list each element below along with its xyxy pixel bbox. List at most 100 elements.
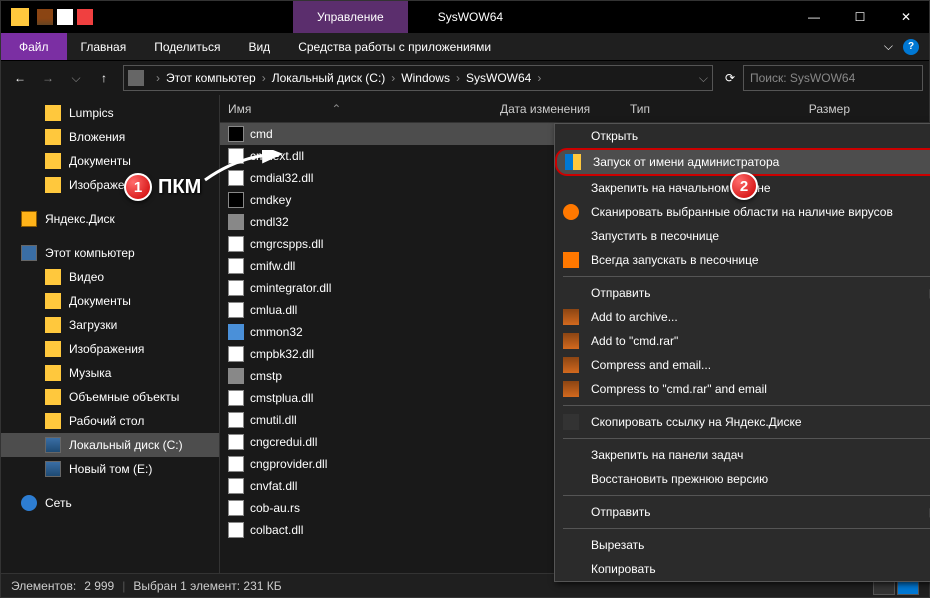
file-icon <box>228 346 244 362</box>
ribbon-tab[interactable]: Вид <box>234 33 284 60</box>
maximize-button[interactable]: ☐ <box>837 1 883 33</box>
file-name-label: cmutil.dll <box>250 413 297 427</box>
close-button[interactable]: ✕ <box>883 1 929 33</box>
context-menu-item[interactable]: Закрепить на панели задач <box>555 443 930 467</box>
context-menu-item[interactable]: Отправить▶ <box>555 500 930 524</box>
sidebar-item[interactable]: Документы <box>1 149 219 173</box>
folder-icon <box>45 389 61 405</box>
folder-icon <box>45 293 61 309</box>
file-name-label: cob-au.rs <box>250 501 300 515</box>
sidebar-item[interactable]: Яндекс.Диск <box>1 207 219 231</box>
breadcrumb-segment[interactable]: SysWOW64 <box>466 71 531 85</box>
status-items-count: 2 999 <box>84 579 114 593</box>
menu-item-label: Add to "cmd.rar" <box>591 334 678 348</box>
annotation-arrow <box>200 150 290 190</box>
context-menu-item[interactable]: Скопировать ссылку на Яндекс.Диске <box>555 410 930 434</box>
file-icon <box>228 434 244 450</box>
column-headers: Имя⌃ Дата изменения Тип Размер <box>220 95 929 123</box>
menu-item-label: Всегда запускать в песочнице <box>591 253 759 267</box>
callout-2: 2 <box>730 172 758 200</box>
context-menu-item[interactable]: Compress to "cmd.rar" and email <box>555 377 930 401</box>
file-name-label: cmlua.dll <box>250 303 297 317</box>
sidebar-item[interactable]: Объемные объекты <box>1 385 219 409</box>
context-menu-item[interactable]: Всегда запускать в песочнице <box>555 248 930 272</box>
ribbon-tab[interactable]: Поделиться <box>140 33 234 60</box>
sidebar-item[interactable]: Изображения <box>1 337 219 361</box>
file-icon <box>228 324 244 340</box>
folder-icon <box>45 153 61 169</box>
sidebar-item[interactable]: Локальный диск (C:) <box>1 433 219 457</box>
sidebar-item[interactable]: Сеть <box>1 491 219 515</box>
recent-button[interactable]: ⌵ <box>63 65 89 91</box>
sidebar-item-label: Документы <box>69 294 131 308</box>
file-name-label: cngprovider.dll <box>250 457 327 471</box>
menu-item-label: Копировать <box>591 562 656 576</box>
file-icon <box>228 500 244 516</box>
menu-separator <box>563 276 930 277</box>
context-menu-item[interactable]: Add to archive... <box>555 305 930 329</box>
sidebar-item[interactable]: Вложения <box>1 125 219 149</box>
context-menu-item[interactable]: Compress and email... <box>555 353 930 377</box>
breadcrumb-segment[interactable]: Windows <box>401 71 450 85</box>
menu-item-label: Add to archive... <box>591 310 678 324</box>
context-menu-item[interactable]: Сканировать выбранные области на наличие… <box>555 200 930 224</box>
navbar: ← → ⌵ ↑ › Этот компьютер › Локальный диск … <box>1 61 929 95</box>
sidebar-item-label: Изображения <box>69 342 144 356</box>
contextual-tab[interactable]: Управление <box>293 1 408 33</box>
context-menu-item[interactable]: Вырезать <box>555 533 930 557</box>
menu-separator <box>563 405 930 406</box>
ribbon-tab[interactable]: Главная <box>67 33 141 60</box>
forward-button[interactable]: → <box>35 65 61 91</box>
file-name-label: cmstplua.dll <box>250 391 313 405</box>
breadcrumb-sep-icon: › <box>391 71 395 85</box>
help-icon[interactable]: ? <box>903 39 919 55</box>
sidebar-item[interactable]: Новый том (E:) <box>1 457 219 481</box>
file-name-label: cmdkey <box>250 193 291 207</box>
search-input[interactable]: Поиск: SysWOW64 <box>743 65 923 91</box>
sidebar-item[interactable]: Документы <box>1 289 219 313</box>
sidebar-item-label: Сеть <box>45 496 72 510</box>
folder-icon <box>21 495 37 511</box>
file-pane: Имя⌃ Дата изменения Тип Размер cmd231 КБ… <box>219 95 929 573</box>
folder-icon <box>45 269 61 285</box>
back-button[interactable]: ← <box>7 65 33 91</box>
qat-icon[interactable] <box>77 9 93 25</box>
context-menu-item[interactable]: Запустить в песочнице <box>555 224 930 248</box>
sidebar-item[interactable]: Этот компьютер <box>1 241 219 265</box>
ribbon-tab[interactable]: Средства работы с приложениями <box>284 33 505 60</box>
up-button[interactable]: ↑ <box>91 65 117 91</box>
menu-separator <box>563 528 930 529</box>
context-menu-item[interactable]: Восстановить прежнюю версию <box>555 467 930 491</box>
file-name-label: colbact.dll <box>250 523 303 537</box>
context-menu-item[interactable]: Открыть <box>555 124 930 148</box>
column-name[interactable]: Имя⌃ <box>220 102 500 116</box>
breadcrumb-segment[interactable]: Локальный диск (C:) <box>272 71 386 85</box>
breadcrumb-icon <box>128 70 144 86</box>
minimize-button[interactable]: — <box>791 1 837 33</box>
column-type[interactable]: Тип <box>630 102 780 116</box>
column-date[interactable]: Дата изменения <box>500 102 630 116</box>
refresh-button[interactable]: ⟳ <box>725 71 735 85</box>
file-icon <box>228 522 244 538</box>
qat-icon[interactable] <box>37 9 53 25</box>
breadcrumb[interactable]: › Этот компьютер›Локальный диск (C:)›Win… <box>123 65 713 91</box>
column-size[interactable]: Размер <box>780 102 860 116</box>
sidebar: LumpicsВложенияДокументыИзображенияЯндек… <box>1 95 219 573</box>
ribbon-file-tab[interactable]: Файл <box>1 33 67 60</box>
qat-icon[interactable] <box>57 9 73 25</box>
context-menu-item[interactable]: Add to "cmd.rar" <box>555 329 930 353</box>
menu-item-label: Запустить в песочнице <box>591 229 719 243</box>
sidebar-item[interactable]: Загрузки <box>1 313 219 337</box>
sidebar-item[interactable]: Lumpics <box>1 101 219 125</box>
sidebar-item-label: Новый том (E:) <box>69 462 152 476</box>
breadcrumb-sep-icon: › <box>262 71 266 85</box>
context-menu-item[interactable]: Копировать <box>555 557 930 581</box>
file-icon <box>228 478 244 494</box>
sidebar-item[interactable]: Видео <box>1 265 219 289</box>
breadcrumb-segment[interactable]: Этот компьютер <box>166 71 256 85</box>
sidebar-item[interactable]: Музыка <box>1 361 219 385</box>
sidebar-item[interactable]: Рабочий стол <box>1 409 219 433</box>
ribbon-expand-icon[interactable]: ⌵ <box>884 39 893 54</box>
context-menu-item[interactable]: Отправить▶ <box>555 281 930 305</box>
file-icon <box>228 192 244 208</box>
